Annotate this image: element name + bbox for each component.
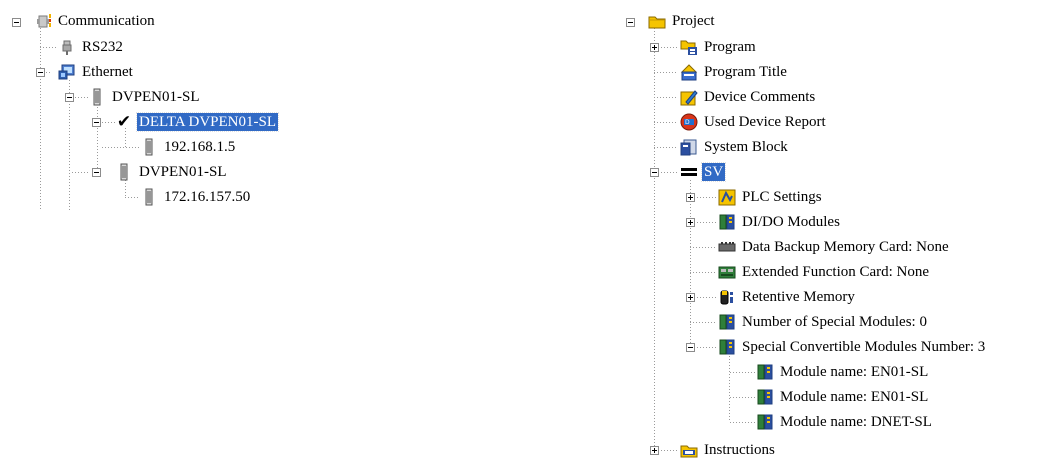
collapse-toggle-sv[interactable] [650,168,659,177]
tree-node-extended-function[interactable]: Extended Function Card: None [718,260,931,284]
io-module-icon [718,338,736,356]
tree-node-instructions[interactable]: Instructions [680,438,777,462]
tree-label-program: Program [704,39,756,55]
tree-node-used-device-report[interactable]: D Used Device Report [680,110,828,134]
report-icon: D [680,113,698,131]
settings-folder-icon [718,188,736,206]
tree-label-num-special-modules: Number of Special Modules: 0 [742,314,927,330]
tree-node-rs232[interactable]: RS232 [58,35,125,59]
tree-label-data-backup: Data Backup Memory Card: None [742,239,949,255]
tree-label-communication: Communication [58,13,155,29]
tree-label-ethernet: Ethernet [82,64,133,80]
program-folder-icon [680,38,698,56]
tree-label-program-title: Program Title [704,64,787,80]
tree-node-device1[interactable]: DVPEN01-SL [88,85,202,109]
tree-node-communication[interactable]: Communication [34,9,157,33]
collapse-toggle-device1[interactable] [65,93,74,102]
io-module-icon [756,413,774,431]
pencil-icon [680,88,698,106]
tree-label-special-convertible: Special Convertible Modules Number: 3 [742,339,986,355]
module-icon [140,188,158,206]
tree-label-sv: SV [700,162,727,182]
collapse-toggle-project[interactable] [626,18,635,27]
tree-label-module1: Module name: EN01-SL [780,364,929,380]
collapse-toggle-device2[interactable] [92,168,101,177]
module-icon [140,138,158,156]
tree-node-num-special-modules[interactable]: Number of Special Modules: 0 [718,310,929,334]
expand-toggle-retentive-memory[interactable] [686,293,695,302]
collapse-toggle-device1-child[interactable] [92,118,101,127]
tree-label-ip2: 172.16.157.50 [164,189,251,205]
tree-node-module2[interactable]: Module name: EN01-SL [756,385,930,409]
api-folder-icon [680,441,698,459]
tree-label-system-block: System Block [704,139,788,155]
tree-label-used-device-report: Used Device Report [704,114,826,130]
tree-label-device2: DVPEN01-SL [139,164,227,180]
plug-icon [58,38,76,56]
tree-label-device1-child: DELTA DVPEN01-SL [136,112,279,132]
io-module-icon [718,213,736,231]
system-block-icon [680,138,698,156]
tree-node-special-convertible[interactable]: Special Convertible Modules Number: 3 [718,335,987,359]
tree-node-module3[interactable]: Module name: DNET-SL [756,410,934,434]
tree-node-ethernet[interactable]: Ethernet [58,60,135,84]
tree-label-retentive-memory: Retentive Memory [742,289,855,305]
tree-label-device-comments: Device Comments [704,89,816,105]
io-module-icon [718,313,736,331]
tree-label-plc-settings: PLC Settings [742,189,822,205]
collapse-toggle-special-convertible[interactable] [686,343,695,352]
io-module-icon [756,388,774,406]
tree-views: Communication RS232 Ethernet DVPEN01-SL … [0,0,1046,460]
equals-icon [680,163,698,181]
tree-label-device1: DVPEN01-SL [112,89,200,105]
battery-icon [718,288,736,306]
folder-icon [648,12,666,30]
network-icon [58,63,76,81]
tree-label-ip1: 192.168.1.5 [164,139,236,155]
tree-node-dido-modules[interactable]: DI/DO Modules [718,210,842,234]
tree-node-program-title[interactable]: Program Title [680,60,789,84]
tree-node-ip2[interactable]: 172.16.157.50 [140,185,252,209]
tree-node-project[interactable]: Project [648,9,717,33]
tree-node-module1[interactable]: Module name: EN01-SL [756,360,930,384]
expand-toggle-instructions[interactable] [650,446,659,455]
tree-node-system-block[interactable]: System Block [680,135,790,159]
tree-label-rs232: RS232 [82,39,123,55]
expand-toggle-plc-settings[interactable] [686,193,695,202]
tree-label-instructions: Instructions [704,442,775,458]
title-icon [680,63,698,81]
tree-node-plc-settings[interactable]: PLC Settings [718,185,824,209]
io-module-icon [756,363,774,381]
tree-label-project: Project [672,13,715,29]
tree-node-retentive-memory[interactable]: Retentive Memory [718,285,857,309]
module-icon [115,163,133,181]
tree-node-device1-child[interactable]: ✔ DELTA DVPEN01-SL [115,110,279,134]
check-icon: ✔ [116,112,132,132]
tree-node-data-backup[interactable]: Data Backup Memory Card: None [718,235,951,259]
tree-node-sv[interactable]: SV [680,160,727,184]
tree-node-program[interactable]: Program [680,35,758,59]
function-card-icon [718,263,736,281]
tree-node-device2[interactable]: DVPEN01-SL [115,160,229,184]
tree-node-ip1[interactable]: 192.168.1.5 [140,135,237,159]
communication-icon [34,12,52,30]
collapse-toggle-communication[interactable] [12,18,21,27]
svg-text:D: D [685,119,690,126]
expand-toggle-dido-modules[interactable] [686,218,695,227]
expand-toggle-program[interactable] [650,43,659,52]
tree-label-module2: Module name: EN01-SL [780,389,929,405]
module-icon [88,88,106,106]
memory-card-icon [718,238,736,256]
tree-label-extended-function: Extended Function Card: None [742,264,930,280]
tree-node-device-comments[interactable]: Device Comments [680,85,817,109]
tree-label-module3: Module name: DNET-SL [780,414,932,430]
tree-label-dido-modules: DI/DO Modules [742,214,840,230]
collapse-toggle-ethernet[interactable] [36,68,45,77]
